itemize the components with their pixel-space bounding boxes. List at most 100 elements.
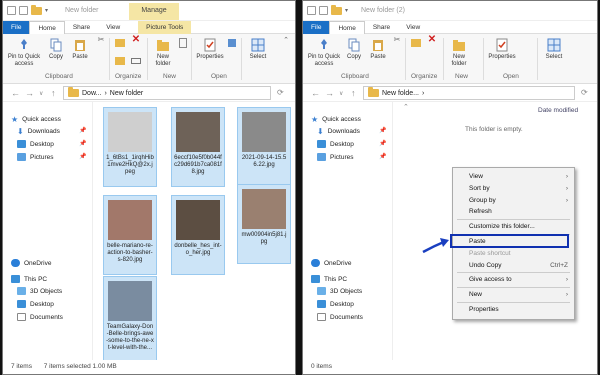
tab-share[interactable]: Share	[65, 21, 98, 34]
collapse-ribbon-icon[interactable]: ⌃	[283, 36, 289, 44]
back-arrow-icon[interactable]: ←	[311, 88, 320, 98]
file-tile[interactable]: mw00904in5j81.jpg	[237, 184, 291, 264]
title-bar: ▾ New folder Manage	[3, 1, 295, 21]
tab-view[interactable]: View	[398, 21, 428, 34]
file-tile[interactable]: donbelle_hes_int-o_her.jpg	[171, 195, 225, 275]
tab-share[interactable]: Share	[365, 21, 398, 34]
copy-to-button[interactable]	[113, 54, 127, 68]
copy-button[interactable]: Copy	[341, 36, 367, 61]
paste-button[interactable]: Paste	[365, 36, 391, 61]
properties-button[interactable]: Properties	[487, 36, 517, 61]
document-icon	[17, 313, 26, 321]
cut-button[interactable]: ✂	[391, 36, 403, 45]
forward-arrow-icon[interactable]: →	[325, 88, 334, 98]
customize-toolbar-icon[interactable]: ▾	[45, 7, 48, 14]
column-header-name-chevron-icon[interactable]: ⌃	[403, 103, 409, 111]
nav-quick-access[interactable]: ★ Quick access	[11, 115, 61, 124]
nav-quick-access[interactable]: ★ Quick access	[311, 115, 361, 124]
nav-desktop[interactable]: Desktop	[317, 140, 354, 148]
pin-icon: 📌	[79, 128, 87, 134]
properties-quick-icon[interactable]	[19, 6, 28, 15]
cut-button[interactable]: ✂	[95, 36, 107, 45]
nav-this-pc[interactable]: This PC	[311, 275, 347, 283]
move-to-button[interactable]	[409, 36, 423, 50]
up-arrow-icon[interactable]: ↑	[351, 88, 356, 98]
open-button[interactable]	[225, 36, 239, 50]
breadcrumb-downloads[interactable]: Dow...	[82, 90, 101, 97]
refresh-icon[interactable]: ⟳	[581, 88, 588, 97]
address-box[interactable]: Dow... › New folder	[63, 86, 271, 100]
nav-desktop[interactable]: Desktop	[17, 140, 54, 148]
tab-view[interactable]: View	[98, 21, 128, 34]
customize-toolbar-icon[interactable]: ▾	[345, 7, 348, 14]
group-clipboard: Clipboard	[341, 73, 369, 80]
file-tile[interactable]: 1_6tBs1_1irqhHib1mve2HkQ@2x.jpeg	[103, 107, 157, 187]
properties-button[interactable]: Properties	[195, 36, 225, 61]
nav-desktop-pc[interactable]: Desktop	[17, 300, 54, 308]
tab-file[interactable]: File	[3, 20, 30, 34]
delete-button[interactable]: ✕	[129, 35, 143, 45]
submenu-arrow-icon: ›	[565, 276, 568, 283]
cloud-icon	[311, 259, 320, 267]
quick-access-icon[interactable]	[7, 6, 16, 15]
menu-item-group-by[interactable]: Group by ›	[469, 197, 568, 204]
breadcrumb-new-folder[interactable]: New folde...	[382, 90, 419, 97]
menu-item-customize-folder[interactable]: Customize this folder...	[469, 223, 568, 230]
menu-item-view[interactable]: View ›	[469, 173, 568, 180]
tab-file[interactable]: File	[303, 20, 330, 34]
breadcrumb-new-folder[interactable]: New folder	[110, 90, 143, 97]
new-item-button[interactable]	[177, 36, 189, 50]
nav-pictures[interactable]: Pictures	[317, 153, 353, 161]
rename-button[interactable]	[129, 54, 143, 68]
menu-item-undo-copy[interactable]: Undo Copy Ctrl+Z	[469, 262, 568, 269]
file-name: belle-mariano-re-action-to-basher-s-820.…	[107, 243, 153, 263]
recent-chevron-icon[interactable]: ∨	[39, 90, 43, 97]
file-tile[interactable]: TeamGalaxy-Don-Belle-brings-awe-some-to-…	[103, 276, 157, 362]
nav-desktop-pc[interactable]: Desktop	[317, 300, 354, 308]
menu-item-give-access[interactable]: Give access to ›	[469, 276, 568, 283]
nav-documents[interactable]: Documents	[17, 313, 63, 321]
nav-downloads[interactable]: ⬇ Downloads	[17, 127, 60, 136]
forward-arrow-icon[interactable]: →	[25, 88, 34, 98]
paste-button[interactable]: Paste	[67, 36, 93, 61]
back-arrow-icon[interactable]: ←	[11, 88, 20, 98]
file-tile[interactable]: 2021-09-14-15.56.22.jpg	[237, 107, 291, 187]
menu-item-refresh[interactable]: Refresh	[469, 208, 568, 215]
column-header-date-modified[interactable]: Date modified	[538, 107, 578, 114]
menu-item-new[interactable]: New ›	[469, 291, 568, 298]
select-button[interactable]: Select	[245, 36, 271, 61]
navigation-pane: ★ Quick access ⬇ Downloads 📌 Desktop 📌 Pic…	[3, 102, 93, 360]
nav-onedrive[interactable]: OneDrive	[11, 259, 51, 267]
recent-chevron-icon[interactable]: ∨	[339, 90, 343, 97]
select-grid-icon	[547, 38, 561, 52]
file-tile[interactable]: 6eccf10e5f0b044fc29d691b7ca081f8.jpg	[171, 107, 225, 187]
nav-pictures[interactable]: Pictures	[17, 153, 53, 161]
tab-home[interactable]: Home	[329, 20, 365, 34]
new-folder-button[interactable]: New folder	[149, 36, 177, 68]
move-to-button[interactable]	[113, 36, 127, 50]
file-tile[interactable]: belle-mariano-re-action-to-basher-s-820.…	[103, 195, 157, 275]
quick-access-icon[interactable]	[307, 6, 316, 15]
star-icon: ★	[311, 115, 319, 124]
new-folder-button[interactable]: New folder	[445, 36, 473, 68]
menu-item-sort-by[interactable]: Sort by ›	[469, 185, 568, 192]
pin-quick-access-button[interactable]: Pin to Quick access	[307, 36, 341, 68]
refresh-icon[interactable]: ⟳	[277, 88, 284, 97]
properties-quick-icon[interactable]	[319, 6, 328, 15]
delete-button[interactable]: ✕	[425, 35, 439, 45]
tab-home[interactable]: Home	[29, 20, 65, 34]
nav-documents[interactable]: Documents	[317, 313, 363, 321]
nav-onedrive[interactable]: OneDrive	[311, 259, 351, 267]
address-box[interactable]: New folde... ›	[363, 86, 575, 100]
manage-tab-label[interactable]: Manage	[129, 3, 179, 20]
pin-quick-access-button[interactable]: Pin to Quick access	[7, 36, 41, 68]
menu-item-properties[interactable]: Properties	[469, 306, 568, 313]
copy-button[interactable]: Copy	[43, 36, 69, 61]
tab-picture-tools[interactable]: Picture Tools	[138, 20, 192, 34]
nav-3d-objects[interactable]: 3D Objects	[17, 287, 62, 295]
nav-this-pc[interactable]: This PC	[11, 275, 47, 283]
nav-downloads[interactable]: ⬇ Downloads	[317, 127, 360, 136]
nav-3d-objects[interactable]: 3D Objects	[317, 287, 362, 295]
up-arrow-icon[interactable]: ↑	[51, 88, 56, 98]
select-button[interactable]: Select	[541, 36, 567, 61]
